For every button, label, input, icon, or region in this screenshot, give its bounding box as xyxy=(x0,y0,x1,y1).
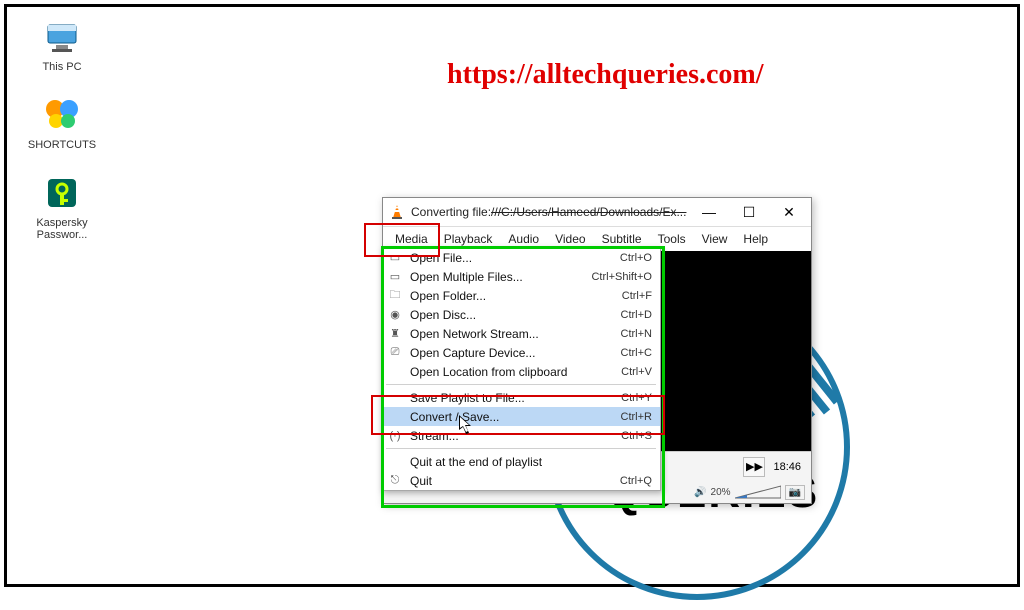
mute-icon[interactable]: 🔊 xyxy=(694,487,706,498)
menu-tools[interactable]: Tools xyxy=(650,229,694,249)
menu-audio[interactable]: Audio xyxy=(500,229,547,249)
media-menu-item[interactable]: ⎚ Open Capture Device...Ctrl+C xyxy=(382,343,660,362)
desktop-icon-shortcuts[interactable]: SHORTCUTS xyxy=(17,95,107,151)
this-pc-icon xyxy=(42,17,82,57)
window-title: Converting file:///C:/Users/Hameed/Downl… xyxy=(411,205,689,219)
menu-item-label: Convert / Save... xyxy=(410,410,613,424)
cursor-pointer-icon xyxy=(459,415,475,435)
menu-item-shortcut: Ctrl+C xyxy=(613,347,652,359)
watermark-url: https://alltechqueries.com/ xyxy=(447,59,764,91)
menu-view[interactable]: View xyxy=(694,229,736,249)
minimize-button[interactable]: — xyxy=(689,198,729,226)
outer-frame: This PC SHORTCUTS xyxy=(4,4,1020,587)
titlebar[interactable]: Converting file:///C:/Users/Hameed/Downl… xyxy=(383,198,811,226)
menu-item-label: Open Location from clipboard xyxy=(410,365,613,379)
media-menu-item[interactable]: Save Playlist to File...Ctrl+Y xyxy=(382,388,660,407)
window-controls: — ☐ ✕ xyxy=(689,198,809,226)
media-menu-item[interactable]: Quit at the end of playlist xyxy=(382,452,660,471)
volume-slider[interactable] xyxy=(735,484,781,500)
menu-item-icon: ⎚ xyxy=(386,346,404,359)
menu-item-label: Save Playlist to File... xyxy=(410,391,613,405)
menu-item-shortcut: Ctrl+O xyxy=(612,252,652,264)
menu-item-label: Open Capture Device... xyxy=(410,346,613,360)
forward-button[interactable]: ▶▶ xyxy=(743,457,765,477)
media-menu-item[interactable]: ♜ Open Network Stream...Ctrl+N xyxy=(382,324,660,343)
menu-item-label: Open Disc... xyxy=(410,308,613,322)
menu-item-shortcut: Ctrl+R xyxy=(613,411,652,423)
menu-item-label: Open File... xyxy=(410,251,612,265)
desktop-icon-label: Kaspersky Passwor... xyxy=(22,217,102,241)
time-display: 18:46 xyxy=(769,461,805,473)
menu-item-shortcut: Ctrl+D xyxy=(613,309,652,321)
menu-item-label: Open Network Stream... xyxy=(410,327,613,341)
media-dropdown: ▭ Open File...Ctrl+O ▭ Open Multiple Files.… xyxy=(381,247,661,491)
media-menu-item[interactable]: ▭ Open Multiple Files...Ctrl+Shift+O xyxy=(382,267,660,286)
menu-item-label: Quit xyxy=(410,474,612,488)
media-menu-item[interactable]: ⎋ QuitCtrl+Q xyxy=(382,471,660,490)
menu-item-shortcut: Ctrl+Shift+O xyxy=(583,271,652,283)
close-button[interactable]: ✕ xyxy=(769,198,809,226)
menu-item-icon: ▭ xyxy=(386,270,404,283)
menu-separator xyxy=(386,384,656,385)
menu-item-icon: ⎋ xyxy=(386,474,404,487)
menu-separator xyxy=(386,448,656,449)
menu-media[interactable]: Media xyxy=(387,229,436,249)
menu-video[interactable]: Video xyxy=(547,229,593,249)
kaspersky-icon xyxy=(42,173,82,213)
menu-item-icon: (·) xyxy=(386,430,404,442)
menu-item-shortcut: Ctrl+F xyxy=(614,290,652,302)
snapshot-icon[interactable]: 📷 xyxy=(785,485,805,500)
desktop-icon-label: SHORTCUTS xyxy=(28,139,96,151)
menu-item-shortcut: Ctrl+V xyxy=(613,366,652,378)
menubar: Media Playback Audio Video Subtitle Tool… xyxy=(383,226,811,251)
menu-item-shortcut: Ctrl+S xyxy=(613,430,652,442)
vlc-window: Converting file:///C:/Users/Hameed/Downl… xyxy=(382,197,812,504)
media-menu-item[interactable]: ◉ Open Disc...Ctrl+D xyxy=(382,305,660,324)
menu-playback[interactable]: Playback xyxy=(436,229,501,249)
menu-item-label: Quit at the end of playlist xyxy=(410,455,644,469)
menu-item-icon: ▭ xyxy=(386,251,404,264)
desktop-icon-kaspersky[interactable]: Kaspersky Passwor... xyxy=(17,173,107,241)
menu-item-shortcut: Ctrl+N xyxy=(613,328,652,340)
menu-item-label: Open Multiple Files... xyxy=(410,270,583,284)
media-menu-item[interactable]: 🗀 Open Folder...Ctrl+F xyxy=(382,286,660,305)
menu-item-shortcut: Ctrl+Y xyxy=(613,392,652,404)
vlc-cone-icon xyxy=(389,204,405,220)
desktop-icon-this-pc[interactable]: This PC xyxy=(17,17,107,73)
media-menu-item[interactable]: ▭ Open File...Ctrl+O xyxy=(382,248,660,267)
maximize-button[interactable]: ☐ xyxy=(729,198,769,226)
media-menu-item[interactable]: (·) Stream...Ctrl+S xyxy=(382,426,660,445)
volume-percent: 20% xyxy=(711,487,731,498)
desktop-icons: This PC SHORTCUTS xyxy=(17,17,107,263)
butterfly-icon xyxy=(42,95,82,135)
media-menu-item[interactable]: Open Location from clipboardCtrl+V xyxy=(382,362,660,381)
menu-item-icon: 🗀 xyxy=(386,286,404,305)
menu-item-label: Stream... xyxy=(410,429,613,443)
menu-help[interactable]: Help xyxy=(735,229,776,249)
menu-item-icon: ◉ xyxy=(386,308,404,321)
desktop-icon-label: This PC xyxy=(42,61,81,73)
media-menu-item[interactable]: Convert / Save...Ctrl+R xyxy=(382,407,660,426)
menu-item-label: Open Folder... xyxy=(410,289,614,303)
menu-subtitle[interactable]: Subtitle xyxy=(594,229,650,249)
menu-item-shortcut: Ctrl+Q xyxy=(612,475,652,487)
menu-item-icon: ♜ xyxy=(386,327,404,340)
